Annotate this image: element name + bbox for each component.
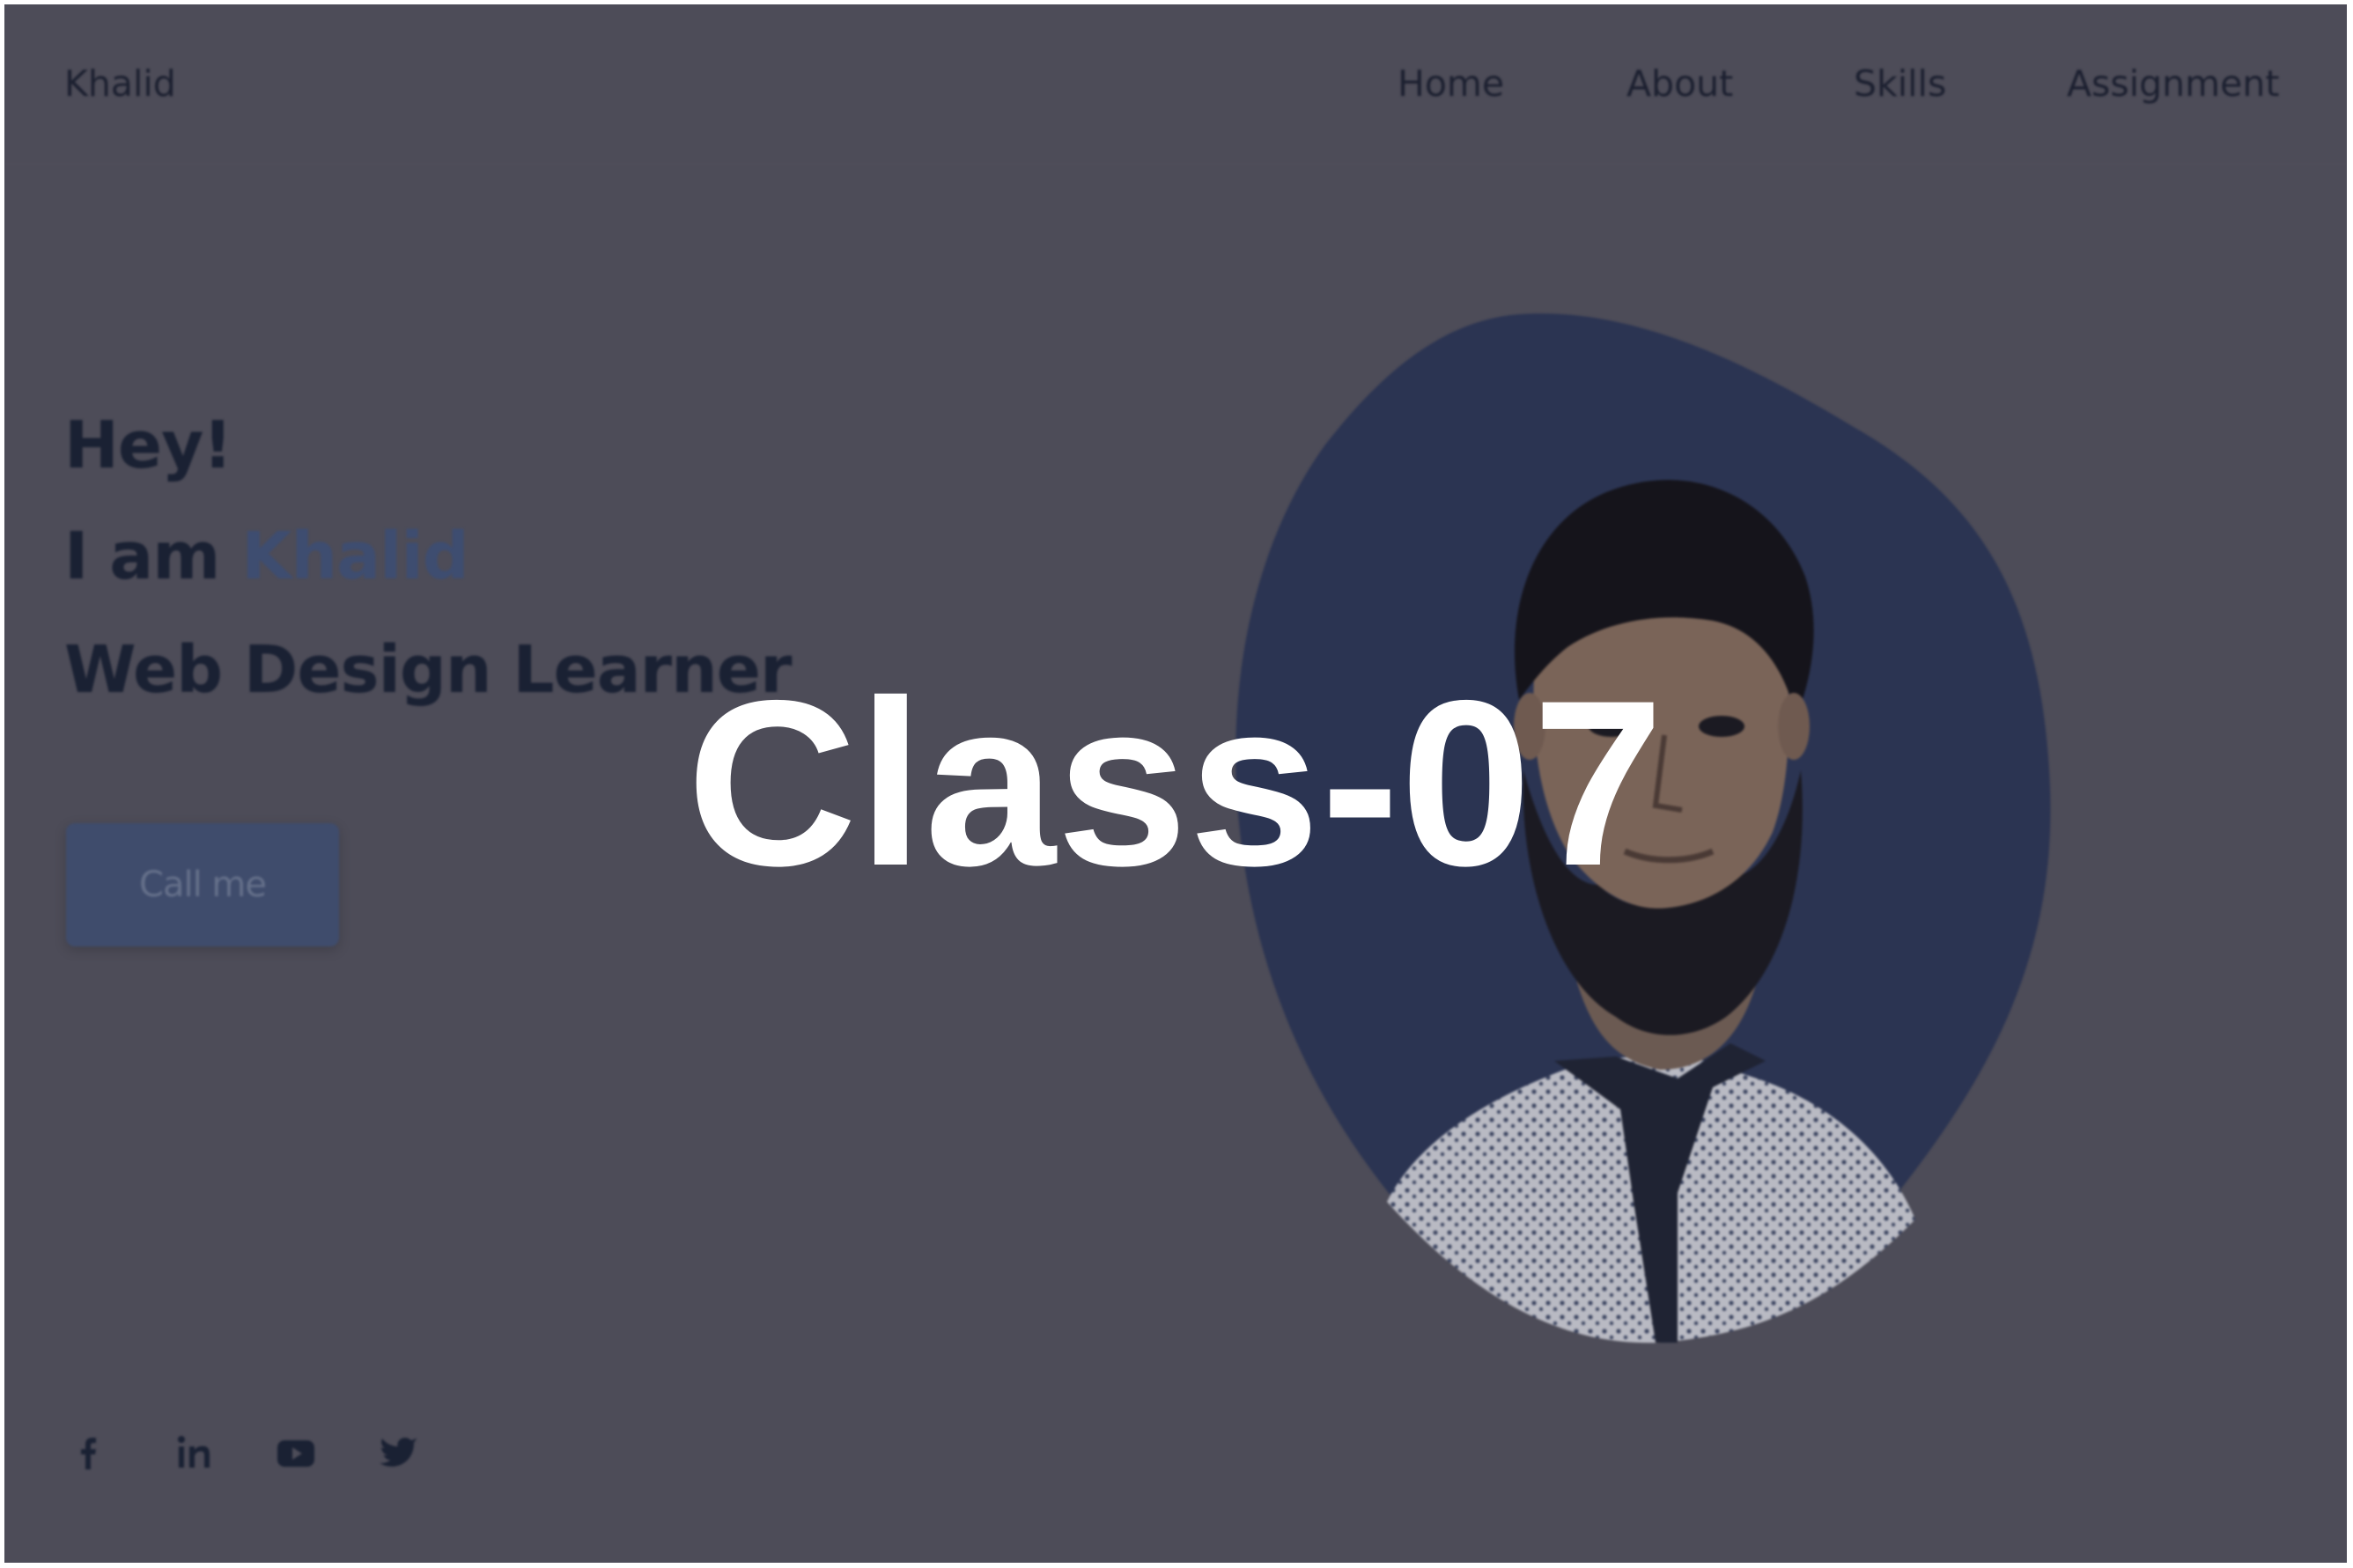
nav-about-link[interactable]: About	[1626, 63, 1733, 105]
hero-intro: I am Khalid	[64, 519, 469, 594]
twitter-icon[interactable]	[376, 1429, 424, 1476]
facebook-icon[interactable]	[66, 1429, 114, 1476]
nav-home-link[interactable]: Home	[1398, 63, 1504, 105]
linkedin-icon[interactable]	[170, 1429, 218, 1476]
class-title-overlay: Class-07	[686, 651, 1665, 915]
site-logo[interactable]: Khalid	[64, 63, 176, 105]
hero-intro-prefix: I am	[64, 519, 242, 594]
hero-greeting: Hey!	[64, 408, 232, 483]
hero-name: Khalid	[241, 519, 469, 594]
nav-skills-link[interactable]: Skills	[1854, 63, 1946, 105]
youtube-icon[interactable]	[272, 1429, 320, 1476]
nav-assignment-link[interactable]: Assignment	[2067, 63, 2279, 105]
thumbnail: Khalid Home About Skills Assignment Hey!…	[4, 4, 2347, 1563]
site-header: Khalid Home About Skills Assignment	[4, 4, 2347, 165]
